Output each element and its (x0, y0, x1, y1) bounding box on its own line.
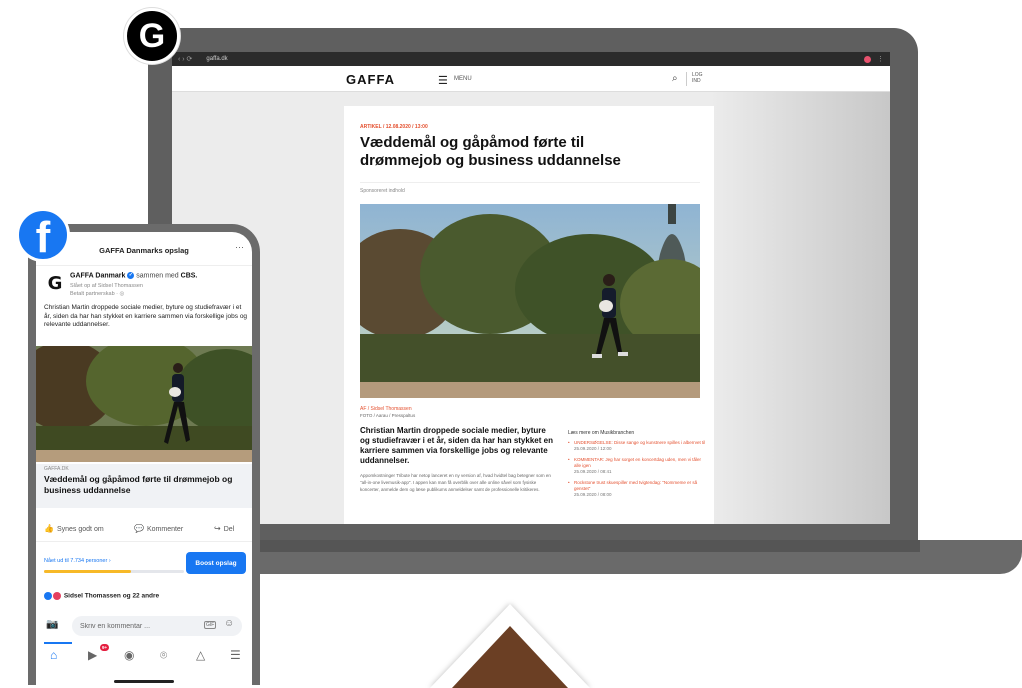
more-icon[interactable]: ··· (235, 242, 244, 252)
reach-link[interactable]: Nået ud til 7.734 personer › (44, 558, 111, 564)
like-button[interactable]: 👍 Synes godt om (44, 524, 104, 533)
post-actions: 👍 Synes godt om 💬 Kommenter ↪ Del (36, 514, 252, 542)
search-icon[interactable]: ⌕ (672, 73, 678, 84)
reactions-summary[interactable]: Sidsel Thomassen og 22 andre (44, 592, 159, 600)
home-icon[interactable]: ⌂ (50, 648, 57, 662)
browser-nav-buttons[interactable]: ‹ › ⟳ (178, 55, 192, 63)
article-lead: Christian Martin droppede sociale medier… (360, 426, 553, 465)
login-link[interactable]: LOG IND (692, 72, 706, 84)
share-icon: ↪ (214, 524, 221, 533)
article-card: ARTIKEL / 12.08.2020 / 13:00 Væddemål og… (344, 106, 714, 524)
link-domain: GAFFA.DK (44, 466, 69, 472)
bottom-tab-bar: ⌂ ▶ 9+ ◉ ⌾ △ ☰ (36, 642, 252, 672)
laptop-screen: ‹ › ⟳ gaffa.dk ⋮ GAFFA ☰ MENU ⌕ LOG IND … (172, 52, 890, 524)
sponsor-label: Sponsoreret indhold (360, 188, 405, 194)
gif-icon[interactable]: GIF (204, 621, 217, 629)
extension-icon[interactable] (864, 55, 871, 63)
post-author[interactable]: GAFFA Danmark ✓ sammen med CBS. (70, 272, 197, 279)
comment-button[interactable]: 💬 Kommenter (134, 524, 183, 533)
menu-label[interactable]: MENU (454, 76, 472, 82)
link-headline[interactable]: Væddemål og gåpåmod førte til drømmejob … (44, 474, 248, 495)
comment-icon: 💬 (134, 524, 144, 533)
boost-post-button[interactable]: Boost opslag (186, 552, 246, 574)
photo-credit: FOTO / Aarau / Presspaltus (360, 413, 416, 418)
related-title: Læs mere om Musikbranchen (568, 430, 635, 436)
browser-url[interactable]: gaffa.dk (206, 56, 227, 62)
notification-badge: 9+ (100, 644, 110, 651)
thumbs-up-icon: 👍 (44, 524, 54, 533)
love-reaction-icon (53, 592, 61, 600)
profile-icon[interactable]: ◉ (124, 648, 134, 662)
article-title: Væddemål og gåpåmod førte til drømmejob … (360, 134, 621, 169)
photo-author[interactable]: AF / Sidsel Thomassen (360, 406, 412, 412)
verified-icon: ✓ (127, 272, 135, 279)
article-body: Appomkostninger Tribute har netop lancer… (360, 473, 551, 492)
facebook-badge-icon: f (16, 208, 70, 262)
hamburger-menu-icon[interactable]: ☰ (230, 648, 241, 662)
laptop-base (150, 540, 1022, 574)
share-button[interactable]: ↪ Del (214, 524, 234, 533)
browser-toolbar: ‹ › ⟳ gaffa.dk ⋮ (172, 52, 890, 66)
post-header-title: GAFFA Danmarks opslag (99, 246, 189, 255)
related-item[interactable]: UNDERSØGELSE: Disse sange og kunstnere s… (568, 440, 708, 452)
home-indicator (114, 680, 174, 683)
reach-progress (44, 570, 184, 573)
article-kicker: ARTIKEL / 12.08.2020 / 13:00 (360, 124, 428, 130)
camera-icon[interactable]: 📷 (46, 619, 58, 630)
post-text: Christian Martin droppede sociale medier… (44, 304, 248, 328)
post-meta-partner: Betalt partnerskab · ◎ (70, 291, 125, 297)
gaffa-avatar[interactable]: G (44, 272, 66, 294)
marketplace-icon[interactable]: ⌾ (160, 648, 167, 663)
related-list: UNDERSØGELSE: Disse sange og kunstnere s… (568, 440, 708, 503)
gaffa-logo[interactable]: GAFFA (346, 72, 395, 87)
emoji-icon[interactable]: ☺ (224, 618, 234, 629)
post-photo[interactable] (36, 346, 252, 462)
menu-icon[interactable]: ☰ (438, 74, 448, 87)
article-photo (360, 204, 700, 398)
phone-frame: GAFFA Danmarks opslag ··· G GAFFA Danmar… (28, 224, 260, 685)
comment-composer: 📷 GIF ☺ (36, 616, 252, 638)
related-item[interactable]: KOMMENTAR: Jeg har sorget en koncertdag … (568, 457, 708, 475)
bell-icon[interactable]: △ (196, 648, 205, 662)
video-icon[interactable]: ▶ (88, 648, 97, 662)
gaffa-badge-icon: G (124, 8, 180, 64)
comment-input[interactable] (72, 616, 242, 636)
svg-text:G: G (48, 273, 63, 294)
post-meta-author: Slået op af Sidsel Thomassen (70, 283, 143, 289)
like-reaction-icon (44, 592, 52, 600)
site-header: GAFFA ☰ MENU ⌕ LOG IND (172, 66, 890, 92)
browser-menu-icon[interactable]: ⋮ (877, 55, 884, 63)
related-item[interactable]: Rockstone trust skuespiller med tvigtend… (568, 480, 708, 498)
